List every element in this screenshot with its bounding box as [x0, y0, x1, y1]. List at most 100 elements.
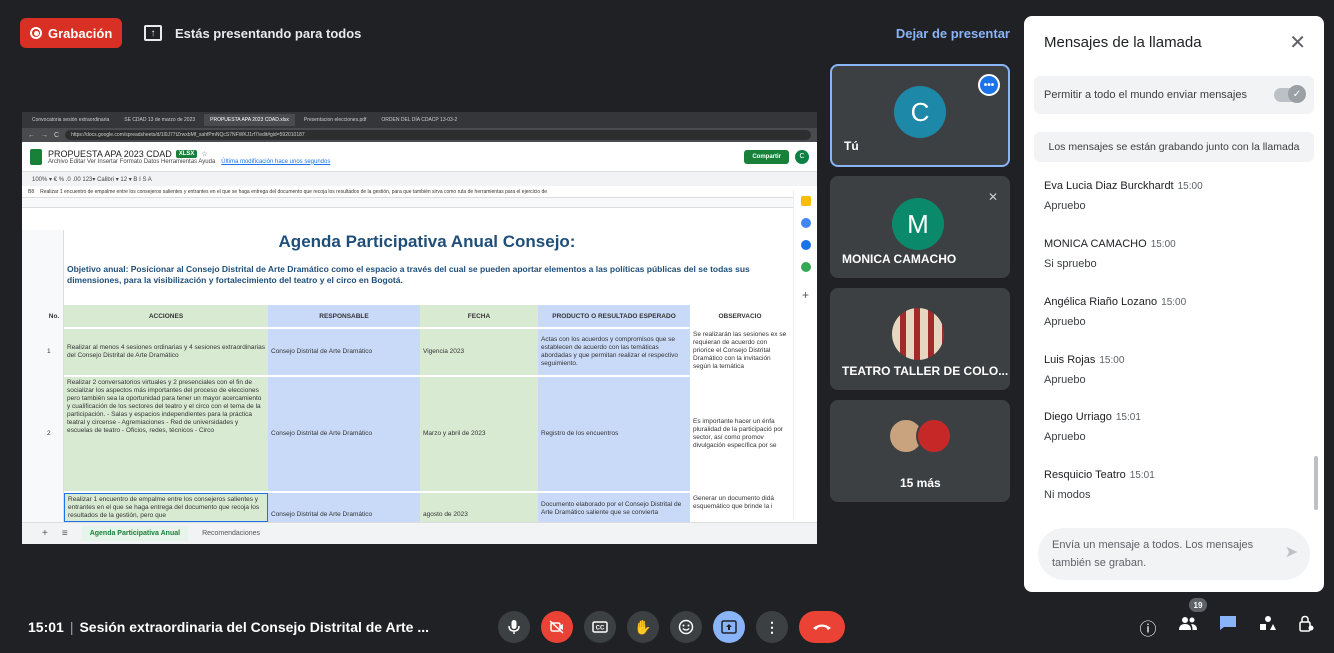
participant-tile-more[interactable]: 15 más [830, 400, 1010, 502]
forward-icon[interactable]: → [41, 132, 48, 139]
cell-observaciones[interactable]: Es importante hacer un énfa pluralidad d… [690, 377, 790, 491]
header-no[interactable]: No. [44, 305, 64, 327]
host-controls-button[interactable] [1294, 615, 1318, 638]
cell-observaciones[interactable]: Generar un documento didá esquemático qu… [690, 493, 790, 522]
header-responsable[interactable]: RESPONSABLE [268, 305, 420, 327]
emoji-icon [678, 619, 694, 635]
captions-button[interactable]: CC [584, 611, 616, 643]
browser-tab[interactable]: ORDEN DEL DÍA CDACP 13-03-2 [375, 114, 463, 126]
tasks-icon[interactable] [800, 218, 811, 228]
activities-button[interactable] [1256, 615, 1280, 636]
cell-producto[interactable]: Registro de los encuentros [538, 377, 690, 491]
send-icon[interactable]: ➤ [1285, 544, 1298, 562]
participant-avatar: C [894, 86, 946, 138]
toolbar-controls[interactable]: 100% ▾ € % .0 .00 123▾ Calibri ▾ 12 ▾ B … [32, 176, 152, 183]
cell-accion[interactable]: Realizar 2 conversatorios virtuales y 2 … [64, 377, 268, 491]
header-observaciones[interactable]: OBSERVACIO [690, 305, 790, 327]
all-sheets-icon[interactable]: ≡ [62, 528, 68, 539]
message-text: Apruebo [1044, 431, 1086, 443]
header-fecha[interactable]: FECHA [420, 305, 538, 327]
last-edit-link[interactable]: Última modificación hace unos segundos [221, 159, 330, 165]
header-acciones[interactable]: ACCIONES [64, 305, 268, 327]
cell-no[interactable]: 2 [44, 377, 64, 491]
header-producto[interactable]: PRODUCTO O RESULTADO ESPERADO [538, 305, 690, 327]
message-text: Si spruebo [1044, 258, 1097, 270]
participant-avatar-small [916, 418, 952, 454]
participant-tile[interactable]: M ✕ MONICA CAMACHO [830, 176, 1010, 278]
cell-producto[interactable]: Actas con los acuerdos y compromisos que… [538, 329, 690, 375]
message-time: 15:01 [1115, 412, 1141, 423]
add-addon-icon[interactable]: + [794, 288, 817, 302]
keep-icon[interactable] [800, 196, 811, 206]
mic-button[interactable] [498, 611, 530, 643]
recording-button[interactable]: Grabación [20, 18, 123, 48]
cell-fecha[interactable]: Marzo y abril de 2023 [420, 377, 538, 491]
present-screen-icon: ↑ [144, 25, 162, 41]
objective-text[interactable]: Objetivo anual: Posicionar al Consejo Di… [67, 264, 787, 286]
stop-presenting-button[interactable]: Dejar de presentar [896, 26, 1010, 41]
share-button[interactable]: Compartir [744, 149, 789, 164]
agenda-title[interactable]: Agenda Participativa Anual Consejo: [67, 232, 787, 252]
leave-call-button[interactable] [799, 611, 845, 643]
sheet-menu[interactable]: Archivo Editar Ver Insertar Formato Dato… [48, 159, 215, 165]
mic-off-icon: ✕ [987, 190, 998, 204]
chat-message: MONICA CAMACHO 15:00 Si spruebo [1044, 234, 1314, 270]
sheet-grid: Agenda Participativa Anual Consejo: Obje… [22, 230, 792, 522]
recording-note: Los mensajes se están grabando junto con… [1034, 132, 1314, 162]
cell-fecha[interactable]: Vigencia 2023 [420, 329, 538, 375]
chat-message-input[interactable]: Envía un mensaje a todos. Los mensajes t… [1038, 528, 1310, 580]
present-now-button[interactable] [713, 611, 745, 643]
chat-scrollbar[interactable] [1314, 456, 1318, 510]
browser-tab[interactable]: Presentacion elecciones.pdf [298, 114, 373, 126]
participant-tile-self[interactable]: C ••• Tú [830, 64, 1010, 167]
cell-accion-selected[interactable]: Realizar 1 encuentro de empalme entre lo… [64, 493, 268, 522]
camera-off-icon [549, 620, 564, 634]
sheet-tab-agenda[interactable]: Agenda Participativa Anual [81, 526, 189, 541]
cell-responsable[interactable]: Consejo Distrital de Arte Dramático [268, 329, 420, 375]
star-icon[interactable]: ☆ [201, 150, 207, 158]
close-icon[interactable]: ✕ [1289, 30, 1306, 55]
formula-content[interactable]: Realizar 1 encuentro de empalme entre lo… [40, 189, 547, 195]
hand-icon: ✋ [634, 618, 652, 635]
chat-button[interactable] [1216, 615, 1240, 636]
present-icon [721, 620, 737, 634]
doc-title[interactable]: PROPUESTA APA 2023 CDAD [48, 149, 172, 159]
raise-hand-button[interactable]: ✋ [627, 611, 659, 643]
participant-photo-avatar [892, 308, 944, 360]
meeting-details-button[interactable]: ⓘ [1136, 615, 1160, 640]
xlsx-badge: XLSX [175, 149, 198, 158]
reload-icon[interactable]: C [54, 132, 59, 139]
browser-tab[interactable]: Convocatoria sesión extraordinaria [26, 114, 115, 126]
cell-no[interactable]: 1 [44, 329, 64, 375]
user-avatar[interactable]: C [795, 149, 809, 164]
url-field[interactable]: https://docs.google.com/spreadsheets/d/1… [65, 130, 811, 140]
hangup-icon [813, 624, 831, 630]
contacts-icon[interactable] [800, 240, 811, 250]
presenting-text: Estás presentando para todos [175, 25, 362, 41]
chat-title: Mensajes de la llamada [1044, 34, 1202, 51]
cell-responsable[interactable]: Consejo Distrital de Arte Dramático [268, 493, 420, 522]
message-time: 15:00 [1150, 239, 1176, 250]
more-options-icon[interactable]: ••• [978, 74, 1000, 96]
browser-tab[interactable]: SE CDAD 13 de marzo de 2023 [118, 114, 201, 126]
participant-tile[interactable]: TEATRO TALLER DE COLO... [830, 288, 1010, 390]
cell-fecha[interactable]: agosto de 2023 [420, 493, 538, 522]
cell-responsable[interactable]: Consejo Distrital de Arte Dramático [268, 377, 420, 491]
people-button[interactable] [1176, 615, 1200, 636]
sheet-toolbar: 100% ▾ € % .0 .00 123▾ Calibri ▾ 12 ▾ B … [22, 172, 817, 186]
maps-icon[interactable] [800, 262, 811, 272]
cell-reference[interactable]: B8 [28, 189, 34, 195]
back-icon[interactable]: ← [28, 132, 35, 139]
sheet-tab-recomendaciones[interactable]: Recomendaciones [202, 530, 260, 537]
cell-observaciones[interactable]: Se realizarán las sesiones ex se requier… [690, 329, 790, 375]
camera-off-button[interactable] [541, 611, 573, 643]
browser-tabs: Convocatoria sesión extraordinaria SE CD… [22, 112, 817, 128]
cell-accion[interactable]: Realizar al menos 4 sesiones ordinarias … [64, 329, 268, 375]
browser-tab[interactable]: PROPUESTA APA 2023 CDAD.xlsx [204, 114, 295, 126]
allow-messages-toggle[interactable] [1274, 85, 1306, 103]
cell-producto[interactable]: Documento elaborado por el Consejo Distr… [538, 493, 690, 522]
add-sheet-icon[interactable]: + [42, 528, 48, 539]
more-options-button[interactable]: ⋮ [756, 611, 788, 643]
message-author: Eva Lucia Diaz Burckhardt [1044, 180, 1174, 192]
reactions-button[interactable] [670, 611, 702, 643]
